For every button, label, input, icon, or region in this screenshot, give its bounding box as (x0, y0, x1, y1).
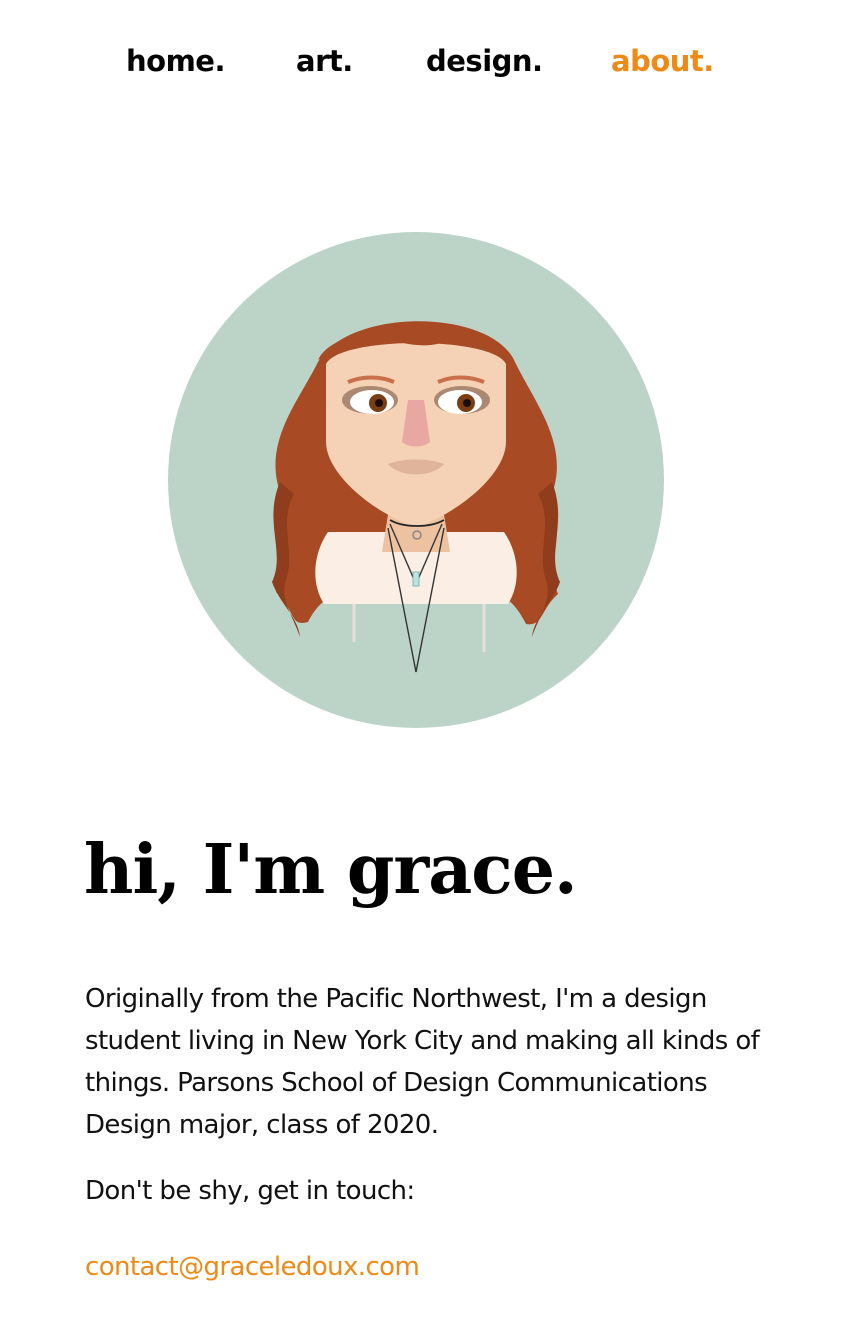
email-link[interactable]: contact@graceledoux.com (85, 1252, 420, 1282)
main-nav: home. art. design. about. (0, 40, 844, 90)
page-title: hi, I'm grace. (84, 830, 578, 910)
contact-prompt: Don't be shy, get in touch: (85, 1176, 415, 1206)
avatar (168, 232, 664, 728)
bio-text: Originally from the Pacific Northwest, I… (85, 984, 760, 1140)
nav-link-design[interactable]: design. (426, 44, 543, 78)
nav-link-home[interactable]: home. (126, 44, 225, 78)
nav-link-art[interactable]: art. (296, 44, 353, 78)
nav-link-about[interactable]: about. (611, 44, 714, 78)
portrait-illustration-icon (168, 232, 664, 728)
